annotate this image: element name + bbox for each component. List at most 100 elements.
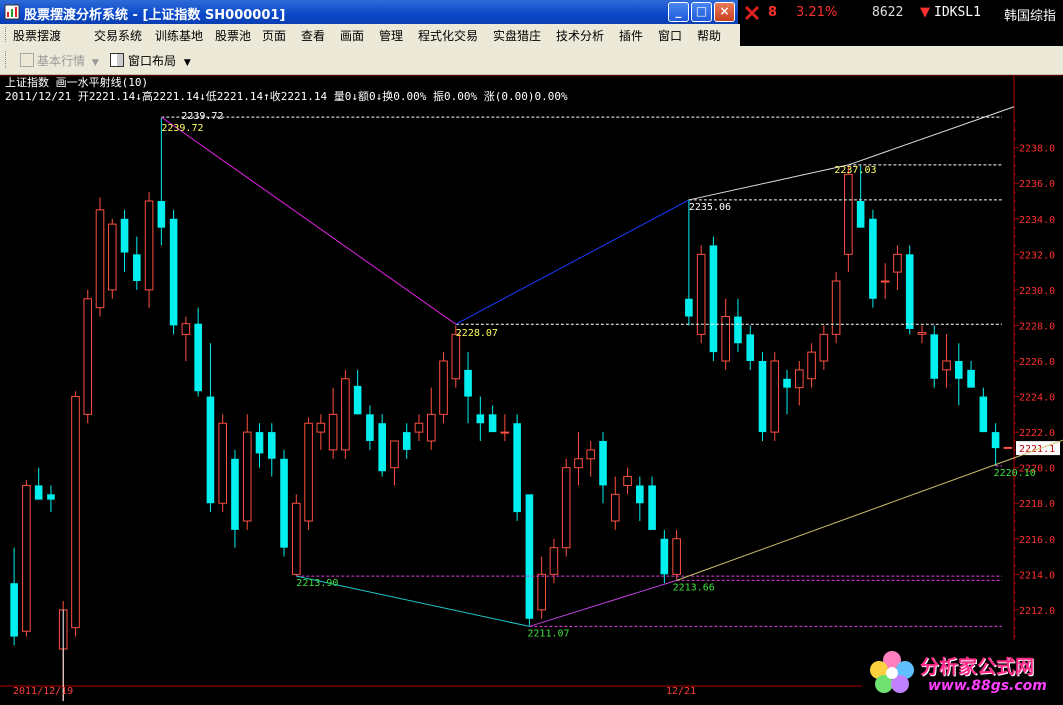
candle-body-down	[366, 414, 374, 441]
candle-body-down	[746, 334, 755, 361]
candle-body-down	[120, 218, 129, 253]
price-annotation: 2213.66	[673, 582, 715, 593]
menu-plugins[interactable]: 插件	[619, 27, 643, 44]
trendline	[455, 199, 690, 325]
price-annotation: 2213.90	[296, 578, 338, 589]
price-annotation: 2239.72	[181, 111, 223, 122]
minimize-icon: _	[675, 4, 682, 18]
close-button[interactable]: ×	[714, 2, 735, 22]
candle-body-down	[206, 396, 215, 504]
candle-body-up	[107, 223, 117, 291]
candle-body-up	[144, 200, 154, 291]
ticker-code: 8622	[872, 5, 904, 20]
quotes-button[interactable]: 基本行情 ▼	[20, 52, 99, 69]
candle-body-up	[439, 360, 448, 415]
y-tick-label: 2222.0	[1019, 428, 1055, 439]
candle-body-down	[255, 432, 264, 454]
candle-body-up	[341, 378, 350, 451]
menu-help[interactable]: 帮助	[697, 27, 721, 44]
candle-body-up	[292, 502, 301, 575]
candle-body-down	[991, 432, 1000, 449]
menu-tech-analysis[interactable]: 技术分析	[556, 27, 604, 44]
menu-view[interactable]: 查看	[301, 27, 325, 44]
candle-body-down	[905, 254, 914, 329]
candle-body-up	[819, 333, 829, 362]
maximize-icon: □	[695, 4, 708, 18]
y-tick-label: 2230.0	[1019, 286, 1055, 297]
y-tick-label: 2234.0	[1019, 215, 1055, 226]
candle-body-down	[660, 538, 669, 575]
candle-body-down	[783, 378, 791, 388]
y-tick-label: 2212.0	[1019, 606, 1055, 617]
candle-body-up	[831, 280, 841, 335]
candle-body-down	[636, 485, 644, 504]
candle-body-down	[47, 494, 55, 500]
minimize-button[interactable]: _	[668, 2, 689, 22]
candle-body-up	[500, 431, 510, 434]
maximize-button[interactable]: □	[691, 2, 712, 22]
candle-body-up	[610, 493, 620, 522]
candle-body-up	[95, 209, 105, 309]
candle-body-up	[721, 316, 730, 362]
y-tick-label: 2216.0	[1019, 535, 1055, 546]
candle-body-down	[34, 485, 43, 500]
candle-body-up	[893, 253, 902, 273]
price-annotation: 2211.07	[527, 628, 569, 639]
candle-body-down	[353, 385, 362, 415]
ticker-value: 8	[768, 5, 778, 20]
candle-body-up	[426, 413, 436, 442]
layout-icon	[110, 53, 124, 67]
menu-window[interactable]: 窗口	[658, 27, 682, 44]
menu-stock-ferry[interactable]: 股票摆渡	[13, 27, 61, 44]
menu-page[interactable]: 页面	[262, 27, 286, 44]
app-icon	[4, 4, 20, 20]
candle-body-down	[133, 254, 141, 281]
menu-screen[interactable]: 画面	[340, 27, 364, 44]
trendline-extension	[848, 106, 1015, 166]
candle-body-up	[451, 333, 461, 380]
toolbar-grip	[5, 51, 9, 68]
dropdown-arrow-icon: ▼	[91, 58, 99, 68]
window-layout-button[interactable]: 窗口布局 ▼	[110, 52, 191, 69]
menu-bar: 股票摆渡 交易系统 训练基地 股票池 页面 查看 画面 管理 程式化交易 实盘猎…	[0, 24, 740, 46]
candle-body-down	[967, 369, 975, 388]
dropdown-arrow-icon: ▼	[183, 58, 191, 68]
trendline	[529, 579, 677, 627]
candle-body-down	[758, 361, 767, 433]
menu-trading-system[interactable]: 交易系统	[94, 27, 142, 44]
candle-body-up	[218, 422, 227, 504]
candle-body-up	[770, 360, 780, 433]
ticker-name: 韩国综指	[1004, 9, 1057, 24]
y-tick-label: 2218.0	[1019, 499, 1055, 510]
candle-body-up	[917, 332, 927, 335]
x-label-mid: 12/21	[666, 686, 696, 697]
quotes-label: 基本行情	[37, 54, 86, 68]
ticker-percent: 3.21%	[796, 5, 838, 20]
menu-stock-pool[interactable]: 股票池	[215, 27, 251, 44]
y-tick-label: 2226.0	[1019, 357, 1055, 368]
menu-manage[interactable]: 管理	[379, 27, 403, 44]
candlestick-chart[interactable]: 2210.02212.02214.02216.02218.02220.02222…	[0, 75, 1063, 701]
candle-body-up	[537, 573, 546, 611]
watermark-logo: 分析家公式网 www.88gs.com	[862, 640, 1063, 701]
ticker-arrow-icon: ▼	[920, 5, 930, 20]
candle-body-down	[869, 218, 877, 299]
ticker-strip: 8 3.21% 8622 ▼ IDKSL1 韩国综指	[738, 0, 1063, 26]
layout-label: 窗口布局	[128, 54, 177, 68]
candle-body-down	[599, 441, 607, 486]
candle-body-up	[242, 431, 252, 522]
menu-training-base[interactable]: 训练基地	[155, 27, 203, 44]
candle-body-down	[402, 432, 411, 450]
toolbar: 基本行情 ▼ 窗口布局 ▼	[0, 46, 1063, 75]
candle-body-down	[231, 458, 239, 530]
candle-body-down	[979, 396, 988, 433]
candle-body-down	[280, 458, 288, 548]
candle-body-down	[709, 245, 718, 353]
price-annotation: 2237.03	[834, 165, 876, 176]
menu-hunt-dealer[interactable]: 实盘猎庄	[493, 27, 541, 44]
candle-body-down	[464, 369, 472, 397]
y-tick-label: 2228.0	[1019, 321, 1055, 332]
tools-icon	[744, 5, 760, 21]
menu-program-trading[interactable]: 程式化交易	[418, 27, 478, 44]
candle-body-down	[157, 201, 166, 228]
